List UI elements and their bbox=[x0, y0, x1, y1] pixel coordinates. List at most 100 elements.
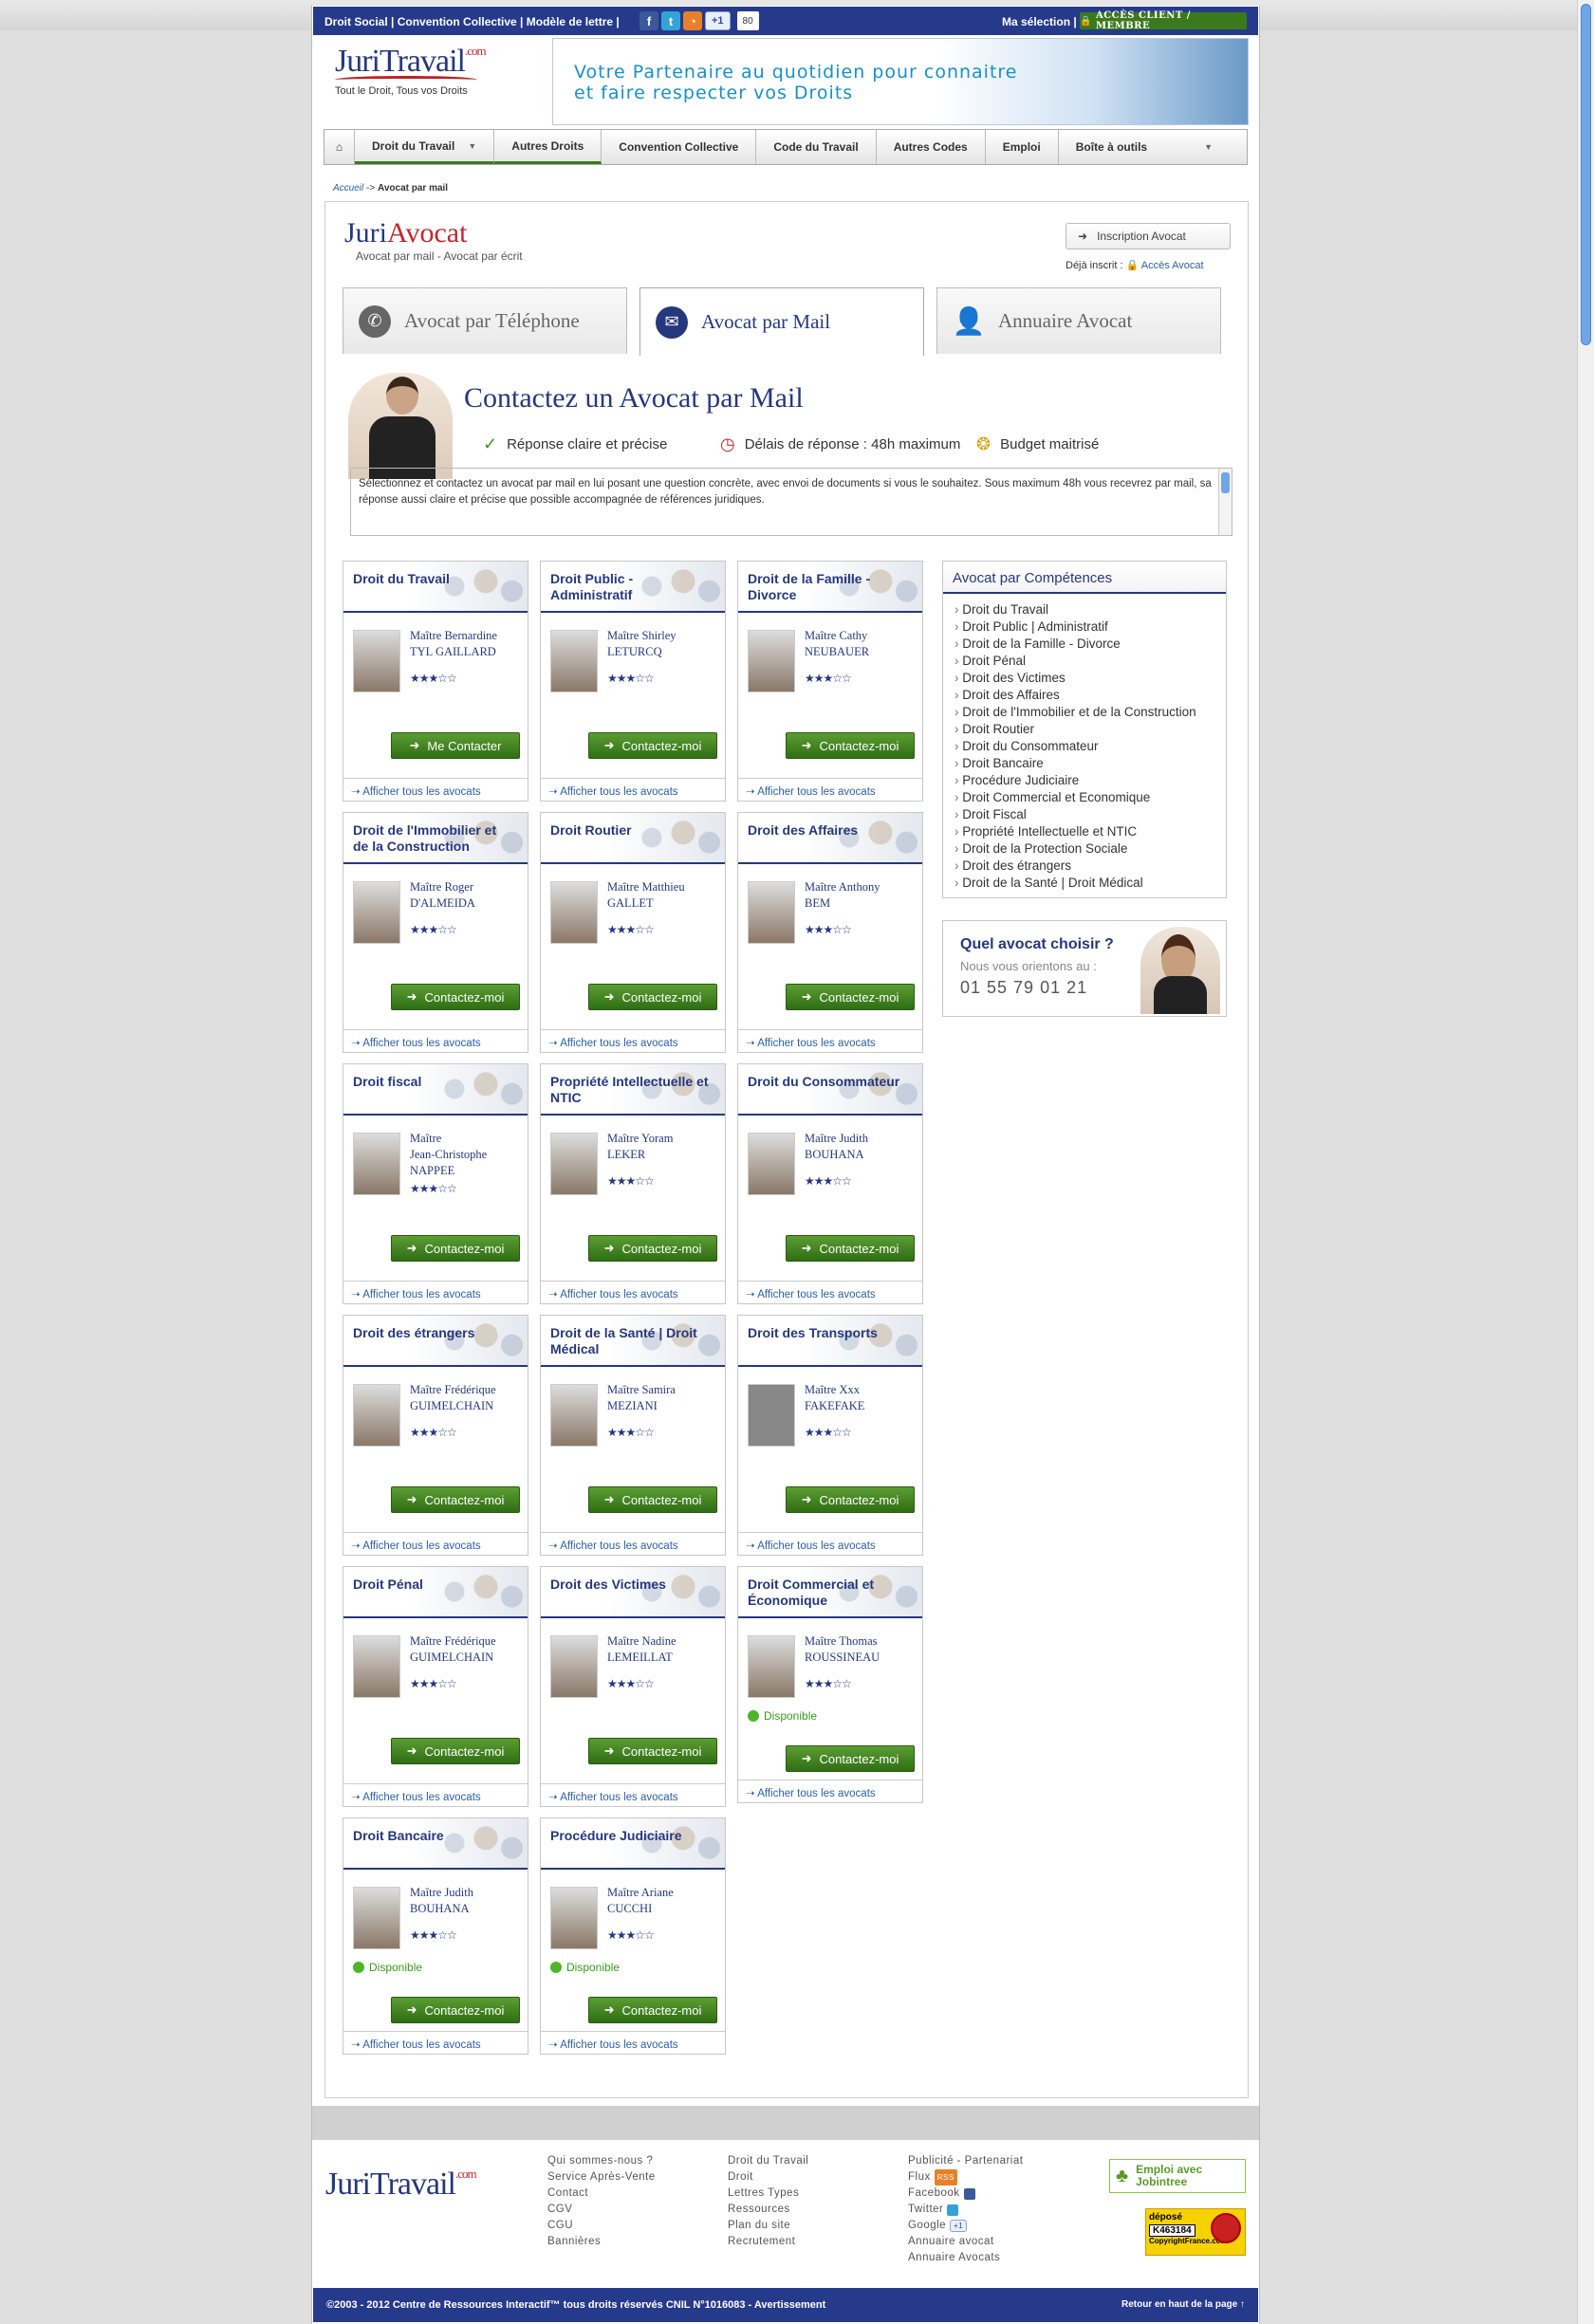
google-plus-button[interactable]: +1 bbox=[705, 11, 731, 30]
card-header[interactable]: Droit du Travail bbox=[343, 562, 528, 613]
competence-item[interactable]: Droit Public | Administratif bbox=[955, 618, 1214, 636]
lawyer-name[interactable]: Maître Shirley LETURCQ bbox=[607, 628, 721, 660]
avatar[interactable] bbox=[550, 1133, 598, 1195]
tab-avocat-mail[interactable]: ✉ Avocat par Mail bbox=[639, 287, 924, 356]
show-all-link[interactable]: ➝ Afficher tous les avocats bbox=[343, 1281, 528, 1303]
description-box[interactable]: Sélectionnez et contactez un avocat par … bbox=[350, 468, 1233, 536]
acces-client-button[interactable]: 🔒 ACCÈS CLIENT / MEMBRE bbox=[1080, 10, 1247, 31]
lawyer-name[interactable]: Maître Judith BOUHANA bbox=[410, 1885, 524, 1917]
card-title[interactable]: Droit de la Famille - Divorce bbox=[748, 571, 909, 603]
top-links[interactable]: Droit Social | Convention Collective | M… bbox=[324, 15, 620, 28]
lawyer-name[interactable]: Maître Thomas ROUSSINEAU bbox=[805, 1633, 918, 1666]
avatar[interactable] bbox=[748, 1133, 795, 1195]
contact-button[interactable]: ➜ Contactez-moi bbox=[786, 1745, 915, 1772]
contact-button[interactable]: ➜ Contactez-moi bbox=[391, 1997, 520, 2023]
tab-annuaire-avocat[interactable]: 👤 Annuaire Avocat bbox=[936, 287, 1221, 354]
inscription-avocat-button[interactable]: ➜ Inscription Avocat bbox=[1066, 223, 1231, 249]
card-header[interactable]: Droit de la Santé | Droit Médical bbox=[541, 1316, 725, 1367]
show-all-link[interactable]: ➝ Afficher tous les avocats bbox=[541, 2031, 725, 2054]
chevron-down-icon[interactable]: ▼ bbox=[468, 141, 476, 151]
avatar[interactable] bbox=[550, 630, 598, 692]
contact-button[interactable]: ➜ Contactez-moi bbox=[588, 1997, 717, 2023]
contact-button[interactable]: ➜ Contactez-moi bbox=[588, 1738, 717, 1764]
avatar[interactable] bbox=[353, 1133, 400, 1195]
competence-item[interactable]: Droit des Victimes bbox=[955, 670, 1214, 687]
card-title[interactable]: Droit Commercial et Économique bbox=[748, 1577, 909, 1609]
nav-autres-droits[interactable]: Autres Droits bbox=[494, 130, 602, 164]
nav-boite-a-outils[interactable]: Boîte à outils ▼ bbox=[1059, 130, 1230, 164]
card-header[interactable]: Droit Pénal bbox=[343, 1567, 528, 1618]
card-title[interactable]: Droit Routier bbox=[550, 822, 712, 839]
nav-convention-collective[interactable]: Convention Collective bbox=[602, 130, 757, 164]
competence-item[interactable]: Procédure Judiciaire bbox=[955, 772, 1214, 789]
footer-link[interactable]: Ressources bbox=[728, 2202, 808, 2218]
show-all-link[interactable]: ➝ Afficher tous les avocats bbox=[738, 1281, 922, 1303]
competence-item[interactable]: Droit Pénal bbox=[955, 653, 1214, 670]
twitter-icon[interactable]: t bbox=[661, 11, 680, 30]
competence-item[interactable]: Droit Fiscal bbox=[955, 806, 1214, 823]
footer-link-twitter[interactable]: Twitter bbox=[908, 2202, 1023, 2218]
contact-button[interactable]: ➜ Contactez-moi bbox=[588, 732, 717, 759]
card-title[interactable]: Procédure Judiciaire bbox=[550, 1828, 712, 1844]
juriavocat-logo[interactable]: JuriAvocat bbox=[344, 217, 523, 249]
competence-item[interactable]: Droit de la Famille - Divorce bbox=[955, 636, 1214, 653]
quel-avocat-box[interactable]: Quel avocat choisir ? Nous vous orienton… bbox=[942, 920, 1227, 1017]
back-to-top-link[interactable]: Retour en haut de la page ↑ bbox=[1121, 2299, 1245, 2310]
competence-item[interactable]: Droit de la Santé | Droit Médical bbox=[955, 875, 1214, 892]
card-header[interactable]: Droit du Consommateur bbox=[738, 1064, 922, 1116]
footer-link-google[interactable]: Google +1 bbox=[908, 2218, 1023, 2234]
card-title[interactable]: Droit du Travail bbox=[353, 571, 514, 587]
card-header[interactable]: Droit Bancaire bbox=[343, 1818, 528, 1870]
tab-avocat-telephone[interactable]: ✆ Avocat par Téléphone bbox=[343, 287, 627, 354]
home-icon[interactable]: ⌂ bbox=[324, 130, 355, 164]
show-all-link[interactable]: ➝ Afficher tous les avocats bbox=[541, 1783, 725, 1806]
avatar[interactable] bbox=[353, 630, 400, 692]
lawyer-name[interactable]: Maître Roger D'ALMEIDA bbox=[410, 879, 524, 912]
contact-button[interactable]: ➜ Contactez-moi bbox=[588, 1235, 717, 1262]
contact-button[interactable]: ➜ Contactez-moi bbox=[588, 984, 717, 1010]
lawyer-name[interactable]: Maître Judith BOUHANA bbox=[805, 1131, 918, 1163]
lawyer-name[interactable]: Maître Bernardine TYL GAILLARD bbox=[410, 628, 524, 660]
footer-link[interactable]: Contact bbox=[547, 2186, 656, 2202]
card-title[interactable]: Droit Bancaire bbox=[353, 1828, 514, 1844]
card-title[interactable]: Droit Pénal bbox=[353, 1577, 514, 1593]
card-title[interactable]: Droit des Transports bbox=[748, 1325, 909, 1341]
card-title[interactable]: Droit de la Santé | Droit Médical bbox=[550, 1325, 712, 1357]
rss-icon[interactable]: ◔ bbox=[683, 11, 702, 30]
footer-link[interactable]: CGV bbox=[547, 2202, 656, 2218]
footer-link-flux[interactable]: Flux RSS bbox=[908, 2169, 1023, 2186]
contact-button[interactable]: ➜ Contactez-moi bbox=[786, 984, 915, 1010]
site-logo[interactable]: JuriTravail.com Tout le Droit, Tous vos … bbox=[335, 44, 496, 97]
competence-item[interactable]: Droit de la Protection Sociale bbox=[955, 840, 1214, 858]
avatar[interactable] bbox=[353, 881, 400, 944]
acces-avocat-link[interactable]: Accès Avocat bbox=[1141, 260, 1204, 271]
avatar[interactable] bbox=[748, 1635, 795, 1698]
avatar[interactable] bbox=[353, 1384, 400, 1447]
lawyer-name[interactable]: Maître Samira MEZIANI bbox=[607, 1382, 721, 1414]
avatar[interactable] bbox=[550, 881, 598, 944]
lawyer-name[interactable]: Maître Ariane CUCCHI bbox=[607, 1885, 721, 1917]
lawyer-name[interactable]: Maître Yoram LEKER bbox=[607, 1131, 721, 1163]
footer-link[interactable]: CGU bbox=[547, 2218, 656, 2234]
nav-emploi[interactable]: Emploi bbox=[986, 130, 1059, 164]
lawyer-name[interactable]: Maître Nadine LEMEILLAT bbox=[607, 1633, 721, 1666]
show-all-link[interactable]: ➝ Afficher tous les avocats bbox=[343, 778, 528, 801]
lawyer-name[interactable]: Maître Jean-Christophe NAPPEE bbox=[410, 1131, 524, 1179]
phone-number[interactable]: 01 55 79 01 21 bbox=[960, 978, 1087, 998]
card-title[interactable]: Droit des Victimes bbox=[550, 1577, 712, 1593]
show-all-link[interactable]: ➝ Afficher tous les avocats bbox=[738, 1532, 922, 1555]
lawyer-name[interactable]: Maître Frédérique GUIMELCHAIN bbox=[410, 1382, 524, 1414]
footer-link[interactable]: Annuaire Avocats bbox=[908, 2250, 1023, 2266]
breadcrumb-home[interactable]: Accueil bbox=[333, 183, 363, 194]
competence-item[interactable]: Propriété Intellectuelle et NTIC bbox=[955, 823, 1214, 840]
card-title[interactable]: Droit des étrangers bbox=[353, 1325, 514, 1341]
card-header[interactable]: Droit fiscal bbox=[343, 1064, 528, 1116]
lawyer-name[interactable]: Maître Xxx FAKEFAKE bbox=[805, 1382, 918, 1414]
copyright-france-badge[interactable]: déposé K463184 CopyrightFrance.com bbox=[1145, 2208, 1246, 2256]
show-all-link[interactable]: ➝ Afficher tous les avocats bbox=[343, 1029, 528, 1052]
scrollbar-thumb[interactable] bbox=[1581, 4, 1591, 345]
competence-item[interactable]: Droit du Travail bbox=[955, 601, 1214, 618]
nav-autres-codes[interactable]: Autres Codes bbox=[877, 130, 986, 164]
contact-button[interactable]: ➜ Contactez-moi bbox=[786, 1235, 915, 1262]
card-header[interactable]: Droit de l'Immobilier et de la Construct… bbox=[343, 813, 528, 864]
